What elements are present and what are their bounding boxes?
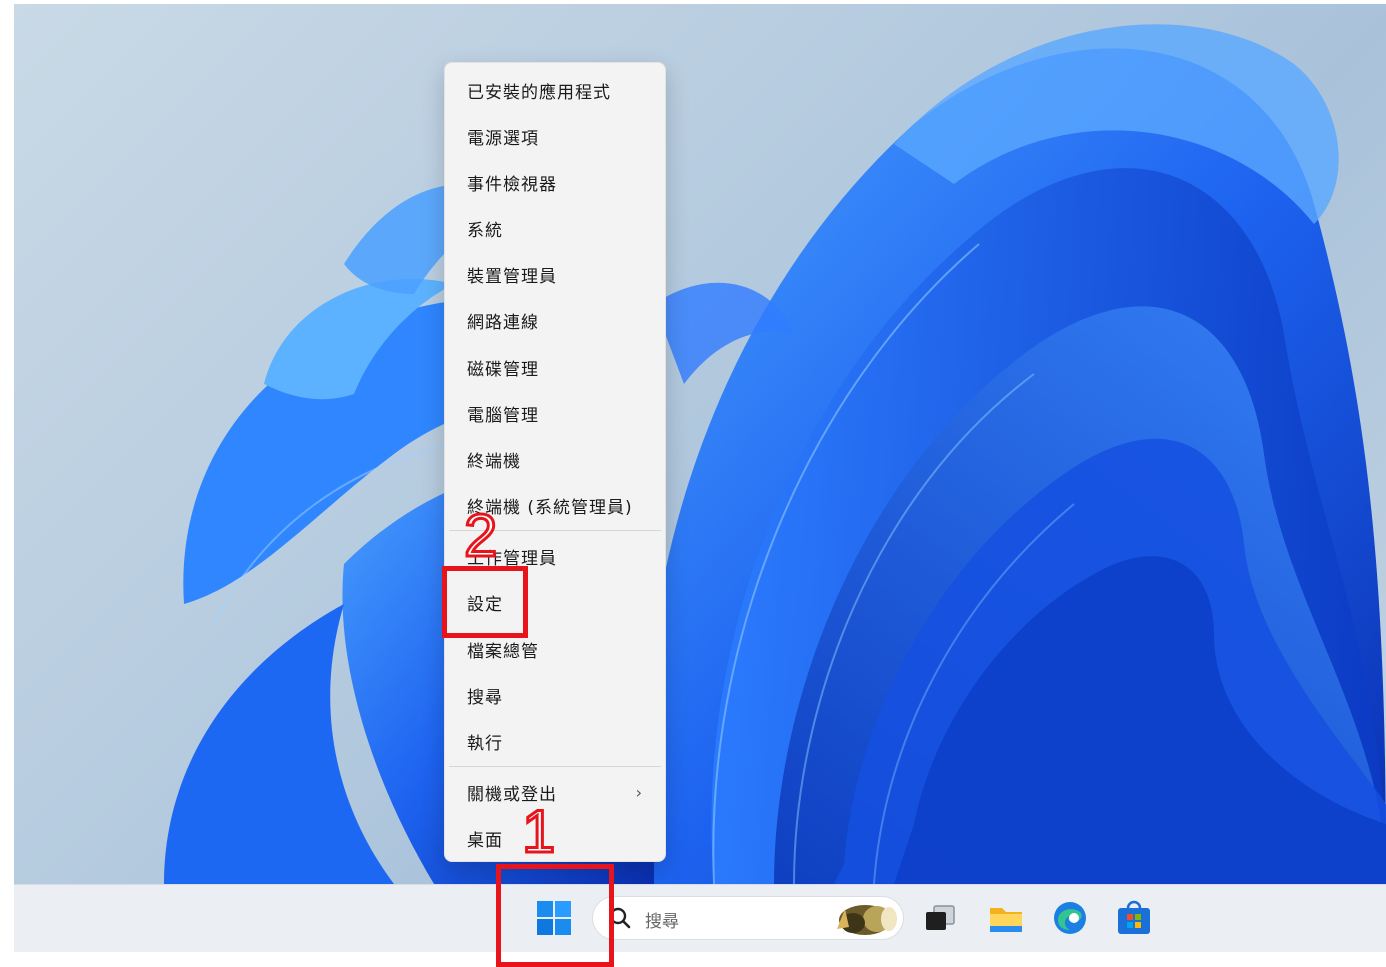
menu-item-label: 網路連線 xyxy=(467,312,539,333)
menu-item-terminal[interactable]: 終端機 xyxy=(445,440,665,478)
menu-separator xyxy=(449,766,661,767)
menu-item-label: 執行 xyxy=(467,733,503,754)
menu-item-label: 終端機 xyxy=(467,451,521,472)
menu-item-device-manager[interactable]: 裝置管理員 xyxy=(445,255,665,293)
menu-item-power-options[interactable]: 電源選項 xyxy=(445,117,665,155)
menu-item-disk-management[interactable]: 磁碟管理 xyxy=(445,348,665,386)
file-explorer-icon[interactable] xyxy=(986,898,1026,938)
menu-item-label: 電腦管理 xyxy=(467,405,539,426)
menu-item-label: 磁碟管理 xyxy=(467,359,539,380)
microsoft-store-icon[interactable] xyxy=(1114,898,1154,938)
search-placeholder: 搜尋 xyxy=(645,912,679,932)
highlight-box-settings xyxy=(442,566,528,638)
menu-item-label: 已安裝的應用程式 xyxy=(467,82,611,103)
highlight-box-start xyxy=(496,864,614,967)
menu-item-run[interactable]: 執行 xyxy=(445,722,665,760)
step-number-1: 1 xyxy=(520,798,556,865)
search-highlight-image xyxy=(837,905,897,935)
menu-item-event-viewer[interactable]: 事件檢視器 xyxy=(445,163,665,201)
menu-item-label: 裝置管理員 xyxy=(467,266,557,287)
edge-icon[interactable] xyxy=(1050,898,1090,938)
menu-item-label: 系統 xyxy=(467,220,503,241)
step-number-2: 2 xyxy=(462,502,498,569)
menu-item-label: 電源選項 xyxy=(467,128,539,149)
start-context-menu: 已安裝的應用程式 電源選項 事件檢視器 系統 裝置管理員 網路連線 磁碟管理 電… xyxy=(444,62,666,862)
menu-item-label: 事件檢視器 xyxy=(467,174,557,195)
bloom-wallpaper xyxy=(164,24,1386,884)
task-view-icon[interactable] xyxy=(920,898,960,938)
desktop xyxy=(14,4,1386,952)
menu-item-label: 搜尋 xyxy=(467,687,503,708)
taskbar-search-box[interactable]: 搜尋 xyxy=(592,896,904,940)
menu-item-label: 檔案總管 xyxy=(467,641,539,662)
menu-item-installed-apps[interactable]: 已安裝的應用程式 xyxy=(445,71,665,109)
menu-item-search[interactable]: 搜尋 xyxy=(445,676,665,714)
chevron-right-icon: › xyxy=(635,783,643,802)
menu-item-network-connections[interactable]: 網路連線 xyxy=(445,301,665,339)
menu-item-computer-management[interactable]: 電腦管理 xyxy=(445,394,665,432)
menu-item-label: 桌面 xyxy=(467,830,503,851)
menu-item-system[interactable]: 系統 xyxy=(445,209,665,247)
